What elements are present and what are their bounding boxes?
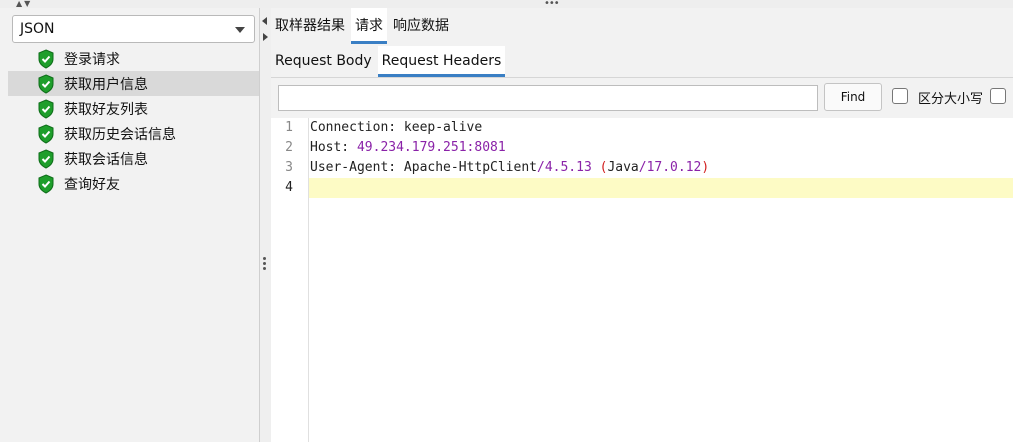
tree-item-get-friend-list[interactable]: 获取好友列表 (8, 96, 259, 121)
success-shield-icon (38, 123, 54, 144)
regex-checkbox[interactable] (990, 88, 1006, 104)
find-bar: Find 区分大小写 (271, 78, 1013, 118)
header-value-java: Java (607, 160, 639, 175)
search-input[interactable] (278, 85, 818, 111)
tree-item-label: 登录请求 (64, 51, 120, 68)
success-shield-icon (38, 48, 54, 69)
header-line: Connection: keep-alive (310, 118, 482, 138)
tab-request-body[interactable]: Request Body (271, 46, 376, 77)
success-shield-icon (38, 98, 54, 119)
tree-item-get-history-sessions[interactable]: 获取历史会话信息 (8, 121, 259, 146)
header-line: User-Agent: Apache-HttpClient/4.5.13 (Ja… (310, 158, 709, 178)
sampler-tree: 登录请求 获取用户信息 获取好友列表 获取历史会话信息 获取会话信息 查询好友 (8, 46, 259, 196)
header-value-product: Apache-HttpClient (403, 160, 537, 175)
collapse-arrows-icon[interactable]: ▲▼ (16, 0, 32, 8)
collapse-left-icon[interactable] (262, 17, 267, 25)
current-line-highlight (309, 178, 1013, 198)
header-key: Connection: (310, 120, 404, 135)
find-button[interactable]: Find (824, 83, 882, 111)
line-number: 4 (285, 180, 293, 195)
vertical-splitter[interactable] (260, 8, 271, 442)
slash: / (638, 160, 647, 175)
tab-request[interactable]: 请求 (351, 8, 387, 44)
case-sensitive-checkbox[interactable] (892, 88, 908, 104)
tree-item-search-friend[interactable]: 查询好友 (8, 171, 259, 196)
case-sensitive-label: 区分大小写 (918, 92, 984, 107)
success-shield-icon (38, 73, 54, 94)
splitter-grip-icon[interactable]: ••• (544, 0, 560, 9)
header-value-version: 4.5.13 (544, 160, 592, 175)
sub-tab-bar: Request Body Request Headers (271, 46, 1013, 78)
line-number: 3 (285, 160, 293, 175)
expand-right-icon[interactable] (263, 33, 268, 41)
tab-request-headers[interactable]: Request Headers (377, 46, 506, 77)
header-value: 49.234.179.251:8081 (356, 140, 506, 155)
renderer-select-value: JSON (20, 21, 55, 37)
tree-item-login[interactable]: 登录请求 (8, 46, 259, 71)
header-line: Host: 49.234.179.251:8081 (310, 138, 506, 158)
line-number: 2 (285, 140, 293, 155)
splitter-grip-icon[interactable] (263, 257, 267, 272)
header-value: keep-alive (403, 120, 483, 135)
tree-item-label: 获取历史会话信息 (64, 126, 176, 143)
code-area[interactable]: Connection: keep-alive Host: 49.234.179.… (309, 118, 1013, 442)
tree-item-label: 获取用户信息 (64, 76, 148, 93)
headers-editor[interactable]: 1 2 3 4 Connection: keep-alive Host: 49.… (271, 118, 1013, 442)
renderer-select[interactable]: JSON (12, 15, 255, 43)
success-shield-icon (38, 173, 54, 194)
line-number-gutter: 1 2 3 4 (271, 118, 309, 442)
success-shield-icon (38, 148, 54, 169)
line-number: 1 (285, 120, 293, 135)
header-key: User-Agent: (310, 160, 404, 175)
results-tree-panel: JSON 登录请求 获取用户信息 获取好友列表 获取历史会话信息 获取会话信息 … (0, 8, 260, 442)
result-detail-panel: 取样器结果 请求 响应数据 Request Body Request Heade… (271, 8, 1013, 442)
tree-item-label: 获取会话信息 (64, 151, 148, 168)
main-tab-bar: 取样器结果 请求 响应数据 (271, 8, 1013, 44)
tree-item-get-session-info[interactable]: 获取会话信息 (8, 146, 259, 171)
header-key: Host: (310, 140, 357, 155)
tab-response-data[interactable]: 响应数据 (389, 8, 453, 44)
close-paren: ) (701, 160, 710, 175)
tree-item-get-user-info[interactable]: 获取用户信息 (8, 71, 259, 96)
slash: / (536, 160, 545, 175)
tab-sampler-result[interactable]: 取样器结果 (271, 8, 349, 44)
chevron-down-icon[interactable] (235, 27, 245, 33)
tree-item-label: 查询好友 (64, 176, 120, 193)
header-value-java-version: 17.0.12 (646, 160, 702, 175)
tree-item-label: 获取好友列表 (64, 101, 148, 118)
